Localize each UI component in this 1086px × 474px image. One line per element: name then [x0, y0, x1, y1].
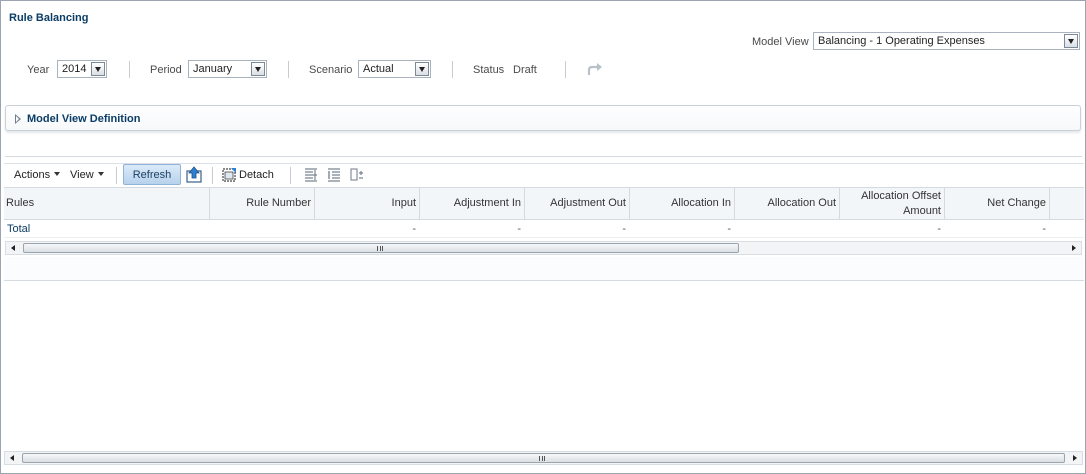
- scroll-left-icon[interactable]: [10, 455, 14, 461]
- row-label[interactable]: Total: [7, 223, 30, 235]
- actions-menu[interactable]: Actions: [14, 169, 61, 181]
- grip-icon: [539, 456, 545, 461]
- model-view-select[interactable]: Balancing - 1 Operating Expenses: [813, 32, 1080, 50]
- cell-adjustment-out: -: [622, 223, 626, 235]
- status-label: Status: [473, 64, 505, 76]
- divider: [452, 61, 453, 78]
- view-menu[interactable]: View: [70, 169, 104, 181]
- column-header-allocation-in[interactable]: Allocation In: [630, 188, 735, 220]
- page-title: Rule Balancing: [9, 12, 89, 24]
- year-label: Year: [27, 64, 50, 76]
- chevron-down-icon[interactable]: [415, 62, 429, 76]
- scrollbar-thumb[interactable]: [23, 243, 739, 253]
- model-view-value: Balancing - 1 Operating Expenses: [818, 35, 985, 47]
- column-header-net-change[interactable]: Net Change: [945, 188, 1050, 220]
- column-header-allocation-out[interactable]: Allocation Out: [735, 188, 840, 220]
- wrap-columns-icon[interactable]: [327, 167, 341, 182]
- freeze-columns-icon[interactable]: [304, 167, 318, 182]
- divider: [212, 167, 213, 184]
- chevron-down-icon[interactable]: [91, 62, 105, 76]
- column-header-rule-number[interactable]: Rule Number: [210, 188, 315, 220]
- chevron-down-icon[interactable]: [1064, 34, 1078, 48]
- period-value: January: [193, 63, 233, 75]
- expand-arrow-icon[interactable]: [15, 114, 21, 124]
- cell-net-change: -: [1042, 223, 1046, 235]
- column-header-rules[interactable]: Rules: [4, 188, 210, 220]
- scenario-label: Scenario: [309, 64, 353, 76]
- export-icon[interactable]: [186, 166, 202, 183]
- cell-adjustment-in: -: [517, 223, 521, 235]
- scenario-value: Actual: [363, 63, 394, 75]
- scroll-right-icon[interactable]: [1073, 455, 1077, 461]
- column-header-input[interactable]: Input: [315, 188, 420, 220]
- table-footer-area: [4, 257, 1084, 281]
- model-view-definition-panel[interactable]: Model View Definition: [5, 105, 1081, 131]
- scenario-select[interactable]: Actual: [358, 60, 431, 78]
- table-row[interactable]: Total - - - - - -: [4, 220, 1084, 238]
- divider: [290, 167, 291, 184]
- cell-allocation-in: -: [727, 223, 731, 235]
- table-toolbar: Actions View Refresh Detach: [4, 163, 1084, 187]
- divider: [288, 61, 289, 78]
- reorder-columns-icon[interactable]: [350, 167, 364, 182]
- column-header-allocation-offset-amount[interactable]: Allocation Offset Amount: [840, 188, 945, 220]
- actions-menu-label: Actions: [14, 169, 51, 181]
- divider: [5, 156, 1082, 157]
- divider: [116, 167, 117, 184]
- detach-icon[interactable]: [222, 167, 237, 182]
- rule-balancing-panel: Rule Balancing Model View Balancing - 1 …: [0, 0, 1086, 474]
- divider: [129, 61, 130, 78]
- model-view-definition-title[interactable]: Model View Definition: [27, 113, 140, 125]
- column-header-adjustment-in[interactable]: Adjustment In: [420, 188, 525, 220]
- year-value: 2014: [62, 63, 87, 75]
- grip-icon: [377, 246, 383, 251]
- cell-input: -: [412, 223, 416, 235]
- view-menu-label: View: [70, 169, 94, 181]
- rules-table: Rules Rule Number Input Adjustment In Ad…: [4, 187, 1084, 238]
- cell-allocation-offset-amount: -: [937, 223, 941, 235]
- table-horizontal-scrollbar[interactable]: [5, 241, 1082, 255]
- detach-button[interactable]: Detach: [239, 169, 274, 181]
- scroll-left-icon[interactable]: [11, 245, 15, 251]
- scrollbar-thumb[interactable]: [22, 453, 1065, 463]
- column-header-adjustment-out[interactable]: Adjustment Out: [525, 188, 630, 220]
- redo-icon[interactable]: [586, 62, 603, 76]
- scroll-right-icon[interactable]: [1072, 245, 1076, 251]
- page-horizontal-scrollbar[interactable]: [4, 451, 1083, 465]
- year-select[interactable]: 2014: [57, 60, 107, 78]
- table-header: Rules Rule Number Input Adjustment In Ad…: [4, 187, 1084, 220]
- chevron-down-icon[interactable]: [251, 62, 265, 76]
- caret-down-icon: [97, 172, 104, 176]
- refresh-button[interactable]: Refresh: [123, 164, 181, 185]
- status-value: Draft: [513, 64, 537, 76]
- caret-down-icon: [54, 172, 61, 176]
- period-label: Period: [150, 64, 182, 76]
- divider: [565, 61, 566, 78]
- model-view-label: Model View: [752, 36, 809, 48]
- period-select[interactable]: January: [188, 60, 267, 78]
